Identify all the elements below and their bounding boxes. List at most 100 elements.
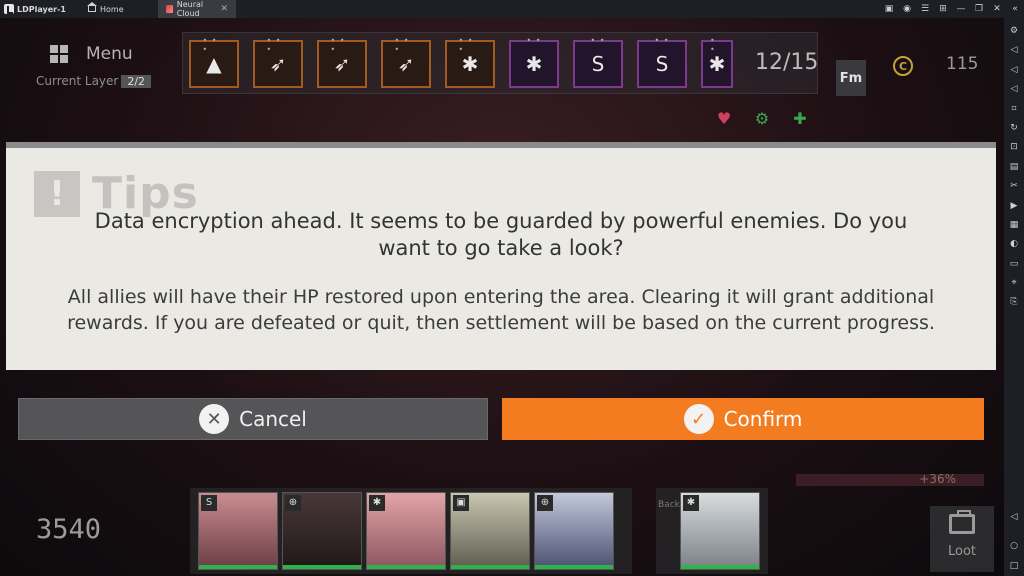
- cancel-button[interactable]: ✕ Cancel: [18, 398, 488, 440]
- role-icon: ⊕: [537, 495, 553, 511]
- bow-frost-buff-icon: ➶: [397, 52, 415, 76]
- cancel-label: Cancel: [239, 407, 307, 431]
- hp-bar: [283, 565, 361, 569]
- recents-nav-icon[interactable]: □: [1004, 557, 1024, 576]
- layer-label: Current Layer: [36, 74, 119, 88]
- role-icon: ⊕: [285, 495, 301, 511]
- confirm-button[interactable]: ✓ Confirm: [502, 398, 984, 440]
- team-doll[interactable]: ▣: [450, 492, 530, 570]
- support-buff-icon[interactable]: ✚: [788, 108, 812, 130]
- coin-amount: 115: [946, 54, 979, 74]
- rotate-icon[interactable]: ↻: [1004, 119, 1024, 138]
- record-icon[interactable]: ▶: [1004, 197, 1024, 216]
- maximize-icon[interactable]: ❐: [970, 4, 988, 14]
- bow-buff-icon: ➶: [269, 52, 287, 76]
- sync-icon[interactable]: ◐: [1004, 235, 1024, 254]
- buff-slot[interactable]: • • • ➶: [253, 36, 303, 88]
- function-menu-button[interactable]: Fm: [836, 60, 866, 96]
- buff-slot[interactable]: • • • ▲: [189, 36, 239, 88]
- hp-bar: [681, 565, 759, 569]
- bow-heart-buff-icon: ➶: [333, 52, 351, 76]
- shake-icon[interactable]: ⎘: [1004, 293, 1024, 312]
- operation-icon[interactable]: ▦: [1004, 216, 1024, 235]
- team-doll[interactable]: S: [198, 492, 278, 570]
- emulator-title-bar: LDPlayer-1 Home Neural Cloud ✕ ▣ ◉ ☰ ⊞ —…: [0, 0, 1024, 18]
- buff-slot[interactable]: • • S: [637, 36, 687, 88]
- buff-slot[interactable]: • • • ➶: [317, 36, 367, 88]
- grid-menu-icon: [50, 45, 68, 63]
- restore-icon[interactable]: ⊞: [934, 4, 952, 14]
- active-team: S ⊕ ✱ ▣ ⊕: [190, 488, 632, 574]
- loot-label: Loot: [947, 544, 977, 559]
- team-power: 3540: [36, 514, 102, 545]
- back-doll[interactable]: ✱: [680, 492, 760, 570]
- role-icon: ▣: [453, 495, 469, 511]
- menu-icon[interactable]: ☰: [916, 4, 934, 14]
- app-name: LDPlayer-1: [17, 4, 66, 14]
- multi-instance-icon[interactable]: ▤: [1004, 158, 1024, 177]
- hourglass-buff-icon: ✱: [525, 52, 543, 76]
- account-icon[interactable]: ◉: [898, 4, 916, 14]
- partial-buff-icon: ✱: [708, 52, 726, 76]
- layer-value: 2/2: [121, 74, 152, 88]
- confirm-label: Confirm: [723, 407, 803, 431]
- home-icon: [87, 2, 97, 12]
- buff-slot[interactable]: • • S: [573, 36, 623, 88]
- loot-button[interactable]: Loot: [930, 506, 994, 572]
- tips-dialog: ! Tips Data encryption ahead. It seems t…: [6, 142, 996, 370]
- buff-slot[interactable]: • • • ➶: [381, 36, 431, 88]
- hp-bar: [451, 565, 529, 569]
- hp-bar: [199, 565, 277, 569]
- back-row-slot: Back ✱: [656, 488, 768, 574]
- back-label: Back: [658, 500, 680, 510]
- check-circle-icon: ✓: [683, 404, 714, 434]
- emulator-window: LDPlayer-1 Home Neural Cloud ✕ ▣ ◉ ☰ ⊞ —…: [0, 0, 1024, 576]
- team-doll[interactable]: ✱: [366, 492, 446, 570]
- tab-neural-cloud[interactable]: Neural Cloud ✕: [158, 0, 236, 18]
- neural-cloud-app-icon: [166, 5, 173, 13]
- volume-down-icon[interactable]: ◁: [1004, 61, 1024, 80]
- menu-label: Menu: [86, 44, 133, 64]
- buff-slot[interactable]: • • • ✱: [445, 36, 495, 88]
- minimize-icon[interactable]: —: [952, 4, 970, 14]
- buff-slot[interactable]: • • ✱: [701, 36, 733, 88]
- hp-bar: [367, 565, 445, 569]
- bonus-indicator: +36%: [796, 473, 984, 486]
- team-doll[interactable]: ⊕: [534, 492, 614, 570]
- collapse-sidebar-icon[interactable]: «: [1006, 4, 1024, 14]
- buff-slot[interactable]: • • ✱: [509, 36, 559, 88]
- emulator-brand: LDPlayer-1: [0, 4, 80, 14]
- menu-button[interactable]: Menu: [50, 44, 133, 64]
- apk-install-icon[interactable]: ⊡: [1004, 138, 1024, 157]
- serpent-buff-icon: S: [591, 52, 605, 76]
- team-doll[interactable]: ⊕: [282, 492, 362, 570]
- heal-plus-icon[interactable]: ♥: [712, 108, 736, 130]
- bag-icon: [949, 510, 975, 534]
- serpent-sword-buff-icon: S: [655, 52, 669, 76]
- folder-icon[interactable]: ▭: [1004, 255, 1024, 274]
- close-icon[interactable]: ✕: [988, 4, 1006, 14]
- pyramid-buff-icon: ▲: [206, 52, 222, 76]
- volume-mute-icon[interactable]: ◁: [1004, 80, 1024, 99]
- screenshot-icon[interactable]: ⌗: [1004, 100, 1024, 119]
- back-nav-icon[interactable]: ◁: [1004, 508, 1024, 527]
- current-layer: Current Layer 2/2: [36, 74, 152, 88]
- tab-home[interactable]: Home: [80, 0, 158, 18]
- dialog-detail: All allies will have their HP restored u…: [67, 286, 935, 334]
- hp-bar: [535, 565, 613, 569]
- tab-neural-cloud-label: Neural Cloud: [176, 0, 204, 18]
- settings-icon[interactable]: ⚙: [1004, 22, 1024, 41]
- gear-buff-icon[interactable]: ⚙: [750, 108, 774, 130]
- status-icons: ♥ ⚙ ✚: [712, 108, 812, 130]
- volume-up-icon[interactable]: ◁: [1004, 41, 1024, 60]
- cut-icon[interactable]: ✂: [1004, 177, 1024, 196]
- location-icon[interactable]: ⌖: [1004, 274, 1024, 293]
- gamepad-icon[interactable]: ▣: [880, 4, 898, 14]
- emulator-sidebar: ⚙ ◁ ◁ ◁ ⌗ ↻ ⊡ ▤ ✂ ▶ ▦ ◐ ▭ ⌖ ⎘ ◁ ○ □: [1004, 18, 1024, 576]
- role-icon: S: [201, 495, 217, 511]
- tab-close-icon[interactable]: ✕: [220, 4, 228, 14]
- role-icon: ✱: [369, 495, 385, 511]
- home-nav-icon[interactable]: ○: [1004, 537, 1024, 556]
- team-strip: +36% 3540 S ⊕ ✱ ▣ ⊕ Back ✱ Loot: [0, 470, 1004, 576]
- snow-heart-buff-icon: ✱: [461, 52, 479, 76]
